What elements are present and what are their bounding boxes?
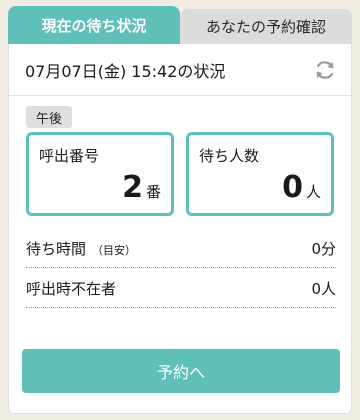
wait-time-label: 待ち時間 — [26, 240, 87, 258]
absent-row: 呼出時不在者 0人 — [26, 270, 336, 308]
call-number-card: 呼出番号 2 番 — [26, 132, 174, 216]
tab-current-status[interactable]: 現在の待ち状況 — [8, 6, 180, 44]
period-badge: 午後 — [26, 106, 72, 128]
call-number-value: 2 — [122, 170, 143, 205]
waiting-count-value: 0 — [282, 170, 303, 205]
datetime-row: 07月07日(金) 15:42の状況 — [9, 44, 351, 96]
call-number-label: 呼出番号 — [39, 147, 100, 165]
call-number-value-group: 2 番 — [122, 170, 161, 205]
wait-time-row: 待ち時間 （目安） 0分 — [26, 230, 336, 268]
wait-time-sub: （目安） — [92, 244, 137, 257]
waiting-count-value-group: 0 人 — [282, 170, 321, 205]
absent-value: 0人 — [311, 280, 336, 298]
wait-time-label-group: 待ち時間 （目安） — [26, 238, 136, 259]
tab-my-reservation[interactable]: あなたの予約確認 — [180, 9, 352, 44]
app-root: 現在の待ち状況 あなたの予約確認 07月07日(金) 15:42の状況 午後 呼… — [0, 0, 360, 420]
waiting-count-unit: 人 — [305, 183, 321, 201]
waiting-count-card: 待ち人数 0 人 — [186, 132, 334, 216]
status-panel: 07月07日(金) 15:42の状況 午後 呼出番号 2 番 待ち人数 0 人 — [8, 44, 352, 414]
call-number-unit: 番 — [145, 183, 161, 201]
refresh-icon[interactable] — [313, 58, 337, 82]
reserve-button[interactable]: 予約へ — [22, 349, 340, 393]
wait-time-value: 0分 — [311, 240, 336, 258]
tab-bar: 現在の待ち状況 あなたの予約確認 — [8, 6, 352, 44]
absent-label: 呼出時不在者 — [26, 280, 117, 298]
waiting-count-label: 待ち人数 — [199, 147, 260, 165]
status-datetime: 07月07日(金) 15:42の状況 — [25, 61, 226, 81]
